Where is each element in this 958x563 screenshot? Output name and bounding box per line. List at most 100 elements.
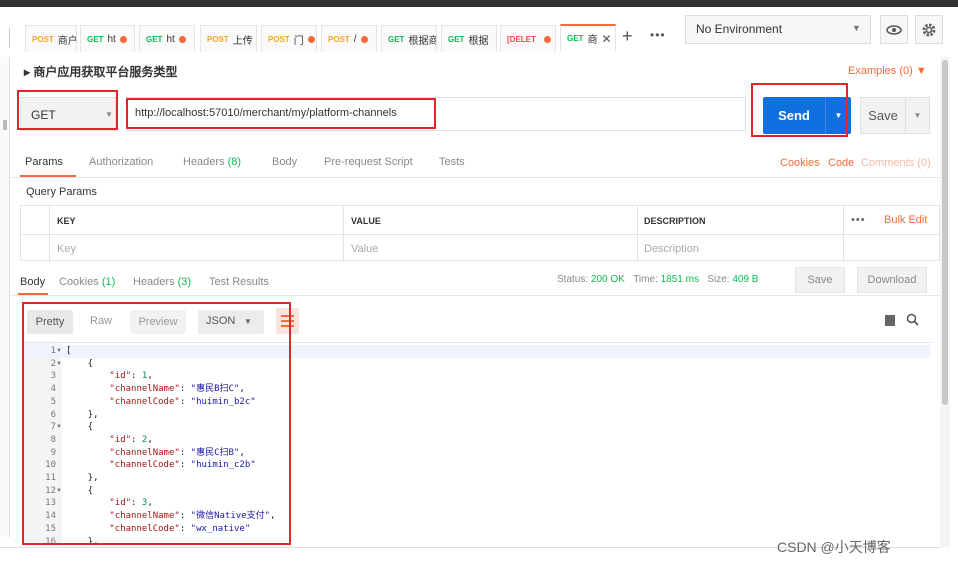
value-input[interactable]: Value xyxy=(351,243,378,255)
code-link[interactable]: Code xyxy=(828,157,854,169)
tab-label: ht xyxy=(166,33,175,45)
request-tab[interactable]: GET ht xyxy=(80,25,135,52)
tab-test-results[interactable]: Test Results xyxy=(209,276,269,288)
tab-method: GET xyxy=(388,34,405,44)
more-icon[interactable]: ••• xyxy=(851,214,866,226)
tab-method: POST xyxy=(207,34,229,44)
tab-label: 根据商 xyxy=(408,35,437,47)
watermark: CSDN @小天博客 xyxy=(777,539,891,555)
eye-icon[interactable] xyxy=(880,15,908,44)
chevron-down-icon: ▼ xyxy=(852,23,861,33)
response-status: Status: 200 OK Time: 1851 ms Size: 409 B xyxy=(557,274,758,285)
tab-overflow-more-icon[interactable]: ••• xyxy=(650,28,666,42)
vertical-scrollbar-thumb[interactable] xyxy=(942,60,948,405)
key-input[interactable]: Key xyxy=(57,243,76,255)
tab-scroll-left[interactable] xyxy=(0,28,10,48)
tab-headers-label: Headers xyxy=(133,276,175,288)
download-button[interactable]: Download xyxy=(857,267,927,293)
tab-method: GET xyxy=(567,34,584,43)
tab-label: 商 xyxy=(587,35,598,46)
tab-label: 商户 xyxy=(57,35,77,47)
tab-label: / xyxy=(353,33,357,45)
tab-response-headers[interactable]: Headers (3) xyxy=(133,276,191,288)
tab-response-body[interactable]: Body xyxy=(20,276,45,288)
request-tab[interactable]: POST / xyxy=(321,25,377,52)
environment-select[interactable]: No Environment xyxy=(685,15,871,44)
table-header-row xyxy=(21,206,939,235)
request-tab[interactable]: POST 上传 xyxy=(200,25,257,52)
divider xyxy=(10,295,940,296)
tab-authorization[interactable]: Authorization xyxy=(89,156,153,168)
method-highlight-box xyxy=(17,90,118,130)
title-bar-strip xyxy=(0,0,958,7)
description-column-header: DESCRIPTION xyxy=(644,216,706,226)
size-label: Size: xyxy=(707,274,730,285)
chevron-down-icon[interactable]: ▼ xyxy=(905,97,929,134)
time-label: Time: xyxy=(633,274,658,285)
query-params-table: KEY VALUE DESCRIPTION Key Value Descript… xyxy=(20,205,940,262)
cookies-count: (1) xyxy=(101,276,116,288)
save-response-button[interactable]: Save xyxy=(795,267,845,293)
tab-tests[interactable]: Tests xyxy=(439,156,465,168)
tab-method: POST xyxy=(268,34,290,44)
search-icon[interactable] xyxy=(906,313,919,329)
column-divider xyxy=(637,206,638,262)
request-tab[interactable]: GET 根据 xyxy=(441,25,497,52)
tab-label: 上传 xyxy=(232,35,253,47)
request-tab[interactable]: POST 商户 xyxy=(25,25,77,52)
size-value: 409 B xyxy=(732,274,759,285)
send-highlight-box xyxy=(751,83,848,137)
headers-count: (8) xyxy=(227,156,242,168)
query-params-title: Query Params xyxy=(26,186,97,198)
tab-method: GET xyxy=(146,34,163,44)
request-tab[interactable]: [DELET xyxy=(500,25,556,52)
unsaved-dot-icon xyxy=(307,35,315,43)
column-divider xyxy=(843,206,844,262)
divider xyxy=(10,177,940,178)
request-tab[interactable]: POST 门 xyxy=(261,25,317,52)
gear-icon[interactable] xyxy=(915,15,943,44)
key-column-header: KEY xyxy=(57,216,76,226)
tab-method: POST xyxy=(328,34,350,44)
request-tab[interactable]: GET ht xyxy=(139,25,195,52)
tab-response-cookies[interactable]: Cookies (1) xyxy=(59,276,115,288)
response-body-highlight-box xyxy=(22,302,291,545)
tab-method: POST xyxy=(32,34,54,44)
description-input[interactable]: Description xyxy=(644,243,699,255)
bulk-edit-link[interactable]: Bulk Edit xyxy=(884,214,927,226)
copy-icon[interactable] xyxy=(885,315,895,326)
request-tab[interactable]: GET 根据商 xyxy=(381,25,437,52)
unsaved-dot-icon xyxy=(178,35,186,43)
tab-method: GET xyxy=(87,34,104,44)
unsaved-dot-icon xyxy=(119,35,127,43)
headers-count: (3) xyxy=(177,276,192,288)
tab-body[interactable]: Body xyxy=(272,156,297,168)
tab-cookies-label: Cookies xyxy=(59,276,99,288)
status-label: Status: xyxy=(557,274,589,285)
unsaved-dot-icon xyxy=(360,35,368,43)
new-tab-plus-icon[interactable]: + xyxy=(622,26,633,47)
request-tab[interactable]: GET 商 ✕ xyxy=(560,24,616,51)
tab-label: 门 xyxy=(293,35,304,47)
tab-headers[interactable]: Headers (8) xyxy=(183,156,241,168)
tab-label: 根据 xyxy=(468,35,489,47)
save-label: Save xyxy=(868,108,898,123)
close-icon[interactable]: ✕ xyxy=(601,32,611,46)
request-title[interactable]: ▸ 商户应用获取平台服务类型 xyxy=(24,63,177,80)
tab-method: GET xyxy=(448,34,465,44)
time-value: 1851 ms xyxy=(660,274,699,285)
tab-params[interactable]: Params xyxy=(25,156,63,168)
tab-prerequest-script[interactable]: Pre-request Script xyxy=(324,156,413,168)
cookies-link[interactable]: Cookies xyxy=(780,157,820,169)
sidebar-scrollbar[interactable] xyxy=(3,120,7,130)
tab-label: ht xyxy=(107,33,116,45)
tab-headers-label: Headers xyxy=(183,156,225,168)
examples-dropdown[interactable]: Examples (0) ▼ xyxy=(848,65,927,77)
value-column-header: VALUE xyxy=(351,216,381,226)
tab-method: [DELET xyxy=(507,34,536,44)
column-divider xyxy=(49,206,50,262)
column-divider xyxy=(343,206,344,262)
unsaved-dot-icon xyxy=(543,35,551,43)
comments-link[interactable]: Comments (0) xyxy=(861,157,931,169)
save-button[interactable]: Save ▼ xyxy=(860,97,930,134)
